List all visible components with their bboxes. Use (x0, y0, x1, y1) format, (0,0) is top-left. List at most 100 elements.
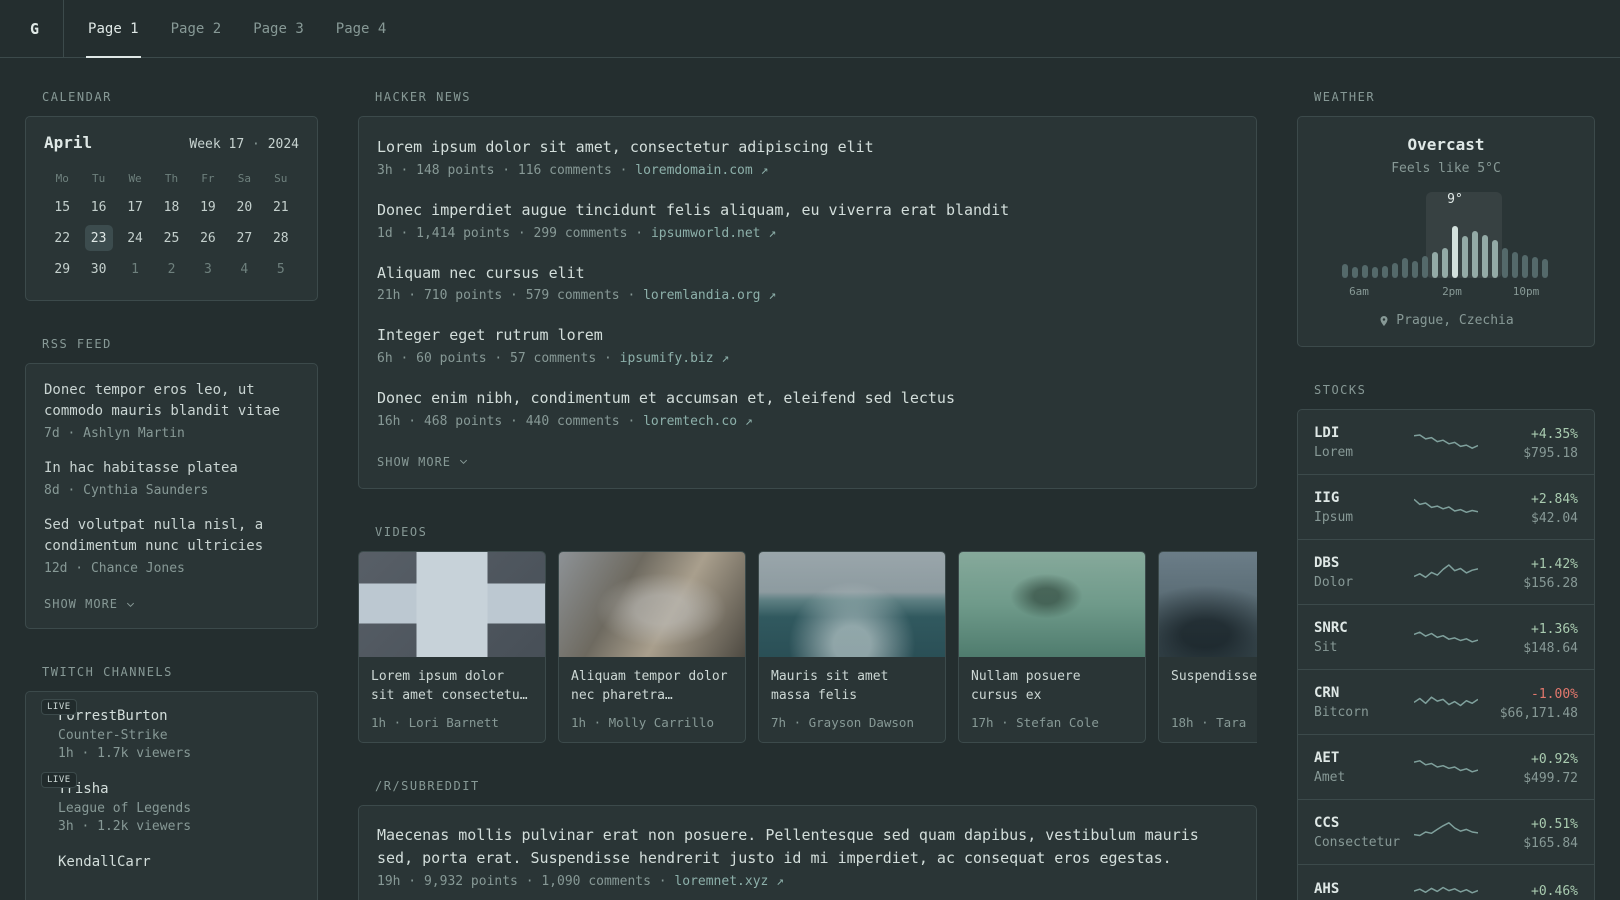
twitch-channel-row[interactable]: LIVE Trisha League of Legends 3h · 1.2k … (41, 772, 299, 834)
stock-row[interactable]: AHS +0.46% (1298, 864, 1594, 900)
weather-bar (1512, 252, 1518, 278)
tab-page-4[interactable]: Page 4 (334, 0, 389, 57)
external-link-icon: ↗ (768, 288, 777, 304)
app-logo[interactable]: G (30, 0, 63, 57)
weather-bar (1522, 255, 1528, 278)
twitch-channel-row[interactable]: LIVE ForrestBurton Counter-Strike 1h · 1… (41, 699, 299, 761)
stock-price: $66,171.48 (1499, 706, 1578, 721)
hn-item-domain-link[interactable]: loremlandia.org (643, 288, 760, 303)
stock-price: $795.18 (1523, 446, 1578, 461)
video-meta: 17h · Stefan Cole (971, 714, 1099, 730)
weather-bar (1532, 257, 1538, 278)
hn-item-title[interactable]: Donec enim nibh, condimentum et accumsan… (377, 388, 1238, 410)
rss-show-more-button[interactable]: SHOW MORE (44, 597, 136, 611)
stock-row[interactable]: CRN Bitcorn -1.00% $66,171.48 (1298, 669, 1594, 734)
stock-ticker: CRN (1314, 684, 1340, 701)
hn-item-title[interactable]: Integer eget rutrum lorem (377, 325, 1238, 347)
video-title: Nullam posuere cursus ex (971, 668, 1081, 704)
stock-sparkline (1414, 498, 1478, 514)
video-thumbnail (359, 551, 545, 657)
hn-item-domain-link[interactable]: ipsumworld.net (651, 226, 761, 241)
stocks-section: STOCKS LDI Lorem +4.35% $795.18 IIG Ipsum +… (1297, 383, 1595, 900)
hn-item-domain-link[interactable]: ipsumify.biz (620, 351, 714, 366)
hn-item-title[interactable]: Lorem ipsum dolor sit amet, consectetur … (377, 137, 1238, 159)
video-card[interactable]: Mauris sit amet massa felis 7h · Grayson… (758, 550, 946, 743)
weather-bar (1472, 231, 1478, 278)
rss-item-meta: 8d · Cynthia Saunders (44, 483, 209, 498)
video-meta: 7h · Grayson Dawson (771, 714, 914, 730)
video-thumbnail (559, 551, 745, 657)
stock-price: $156.28 (1523, 576, 1578, 591)
hn-show-more-button[interactable]: SHOW MORE (377, 455, 469, 469)
video-card[interactable]: Nullam posuere cursus ex 17h · Stefan Co… (958, 550, 1146, 743)
calendar-day-header: Mo (55, 172, 69, 185)
hn-item-meta: 16h · 468 points · 440 comments · loremt… (377, 413, 753, 429)
section-title-reddit: /R/SUBREDDIT (375, 778, 480, 793)
calendar-day: 22 (54, 230, 71, 246)
hn-item-domain-link[interactable]: loremtech.co (643, 414, 737, 429)
stock-row[interactable]: SNRC Sit +1.36% $148.64 (1298, 604, 1594, 669)
stock-sparkline (1414, 760, 1478, 773)
stock-ticker: SNRC (1314, 619, 1348, 636)
stock-row[interactable]: LDI Lorem +4.35% $795.18 (1298, 410, 1594, 474)
rss-item-title[interactable]: In hac habitasse platea (44, 458, 299, 479)
hn-item-meta: 21h · 710 points · 579 comments · loreml… (377, 288, 777, 304)
weather-widget: Overcast Feels like 5°C 9° 6am 2pm 10pm … (1297, 116, 1595, 347)
stock-row[interactable]: CCS Consectetur +0.51% $165.84 (1298, 799, 1594, 864)
calendar-day: 18 (163, 199, 180, 215)
twitch-channel-row[interactable]: KendallCarr (44, 854, 299, 870)
hn-item: Donec enim nibh, condimentum et accumsan… (377, 388, 1238, 429)
tab-page-1[interactable]: Page 1 (86, 0, 141, 58)
weather-bar (1342, 264, 1348, 278)
calendar-day: 19 (200, 199, 216, 215)
calendar-year: 2024 (267, 137, 299, 152)
weather-bar (1362, 265, 1368, 278)
calendar-day-next-month: 2 (167, 261, 176, 277)
video-title: Lorem ipsum dolor sit amet consectetu… (371, 668, 528, 704)
hn-item-title[interactable]: Aliquam nec cursus elit (377, 263, 1238, 285)
reddit-post-title[interactable]: Maecenas mollis pulvinar erat non posuer… (377, 824, 1238, 871)
weather-hour-labels: 6am 2pm 10pm (1342, 285, 1550, 300)
stock-name: Ipsum (1314, 509, 1354, 525)
stock-row[interactable]: DBS Dolor +1.42% $156.28 (1298, 539, 1594, 604)
weather-bars (1342, 226, 1550, 278)
video-card[interactable]: Aliquam tempor dolor nec pharetra… 1h · … (558, 550, 746, 743)
calendar-day-next-month: 1 (131, 261, 139, 277)
tab-page-3[interactable]: Page 3 (251, 0, 306, 57)
hn-item-meta: 3h · 148 points · 116 comments · loremdo… (377, 162, 769, 178)
stock-sparkline (1414, 822, 1478, 837)
stock-price: $499.72 (1523, 771, 1578, 786)
weather-bar (1442, 248, 1448, 278)
left-column: CALENDAR April Week 17 · 2024 Mo Tu We T… (25, 90, 318, 900)
twitch-channel-game: League of Legends (58, 801, 192, 816)
stock-name: Bitcorn (1314, 704, 1369, 720)
reddit-domain-link[interactable]: loremnet.xyz (674, 874, 768, 889)
video-card[interactable]: Suspendisse diam 18h · Tara (1158, 550, 1257, 743)
calendar-day-header: Tu (92, 172, 106, 185)
calendar-separator: · (252, 137, 260, 152)
hn-item-title[interactable]: Donec imperdiet augue tincidunt felis al… (377, 200, 1238, 222)
video-thumbnail (959, 551, 1145, 657)
middle-column: HACKER NEWS Lorem ipsum dolor sit amet, … (358, 90, 1257, 900)
calendar-header: April Week 17 · 2024 (44, 133, 299, 152)
stock-row[interactable]: AET Amet +0.92% $499.72 (1298, 734, 1594, 799)
video-card[interactable]: Lorem ipsum dolor sit amet consectetu… 1… (358, 550, 546, 743)
rss-item-meta: 12d · Chance Jones (44, 561, 185, 576)
calendar-day: 24 (127, 230, 143, 246)
calendar-month: April (44, 133, 93, 152)
right-column: WEATHER Overcast Feels like 5°C 9° 6am 2… (1297, 90, 1595, 900)
calendar-day: 17 (127, 199, 143, 215)
twitch-channel-name: ForrestBurton (58, 708, 168, 724)
calendar-week-label: Week 17 (189, 137, 245, 152)
twitch-channel-meta: 3h · 1.2k viewers (58, 819, 192, 834)
stock-row[interactable]: IIG Ipsum +2.84% $42.04 (1298, 474, 1594, 539)
tab-page-2[interactable]: Page 2 (169, 0, 224, 57)
calendar-widget: April Week 17 · 2024 Mo Tu We Th Fr Sa S… (25, 116, 318, 301)
video-thumbnail (759, 551, 945, 657)
reddit-post-meta: 19h · 9,932 points · 1,090 comments · lo… (377, 874, 784, 890)
hn-item-domain-link[interactable]: loremdomain.com (635, 163, 752, 178)
rss-item-title[interactable]: Sed volutpat nulla nisl, a condimentum n… (44, 515, 299, 557)
stock-ticker: DBS (1314, 554, 1340, 571)
external-link-icon: ↗ (768, 225, 777, 241)
rss-item-title[interactable]: Donec tempor eros leo, ut commodo mauris… (44, 380, 299, 422)
